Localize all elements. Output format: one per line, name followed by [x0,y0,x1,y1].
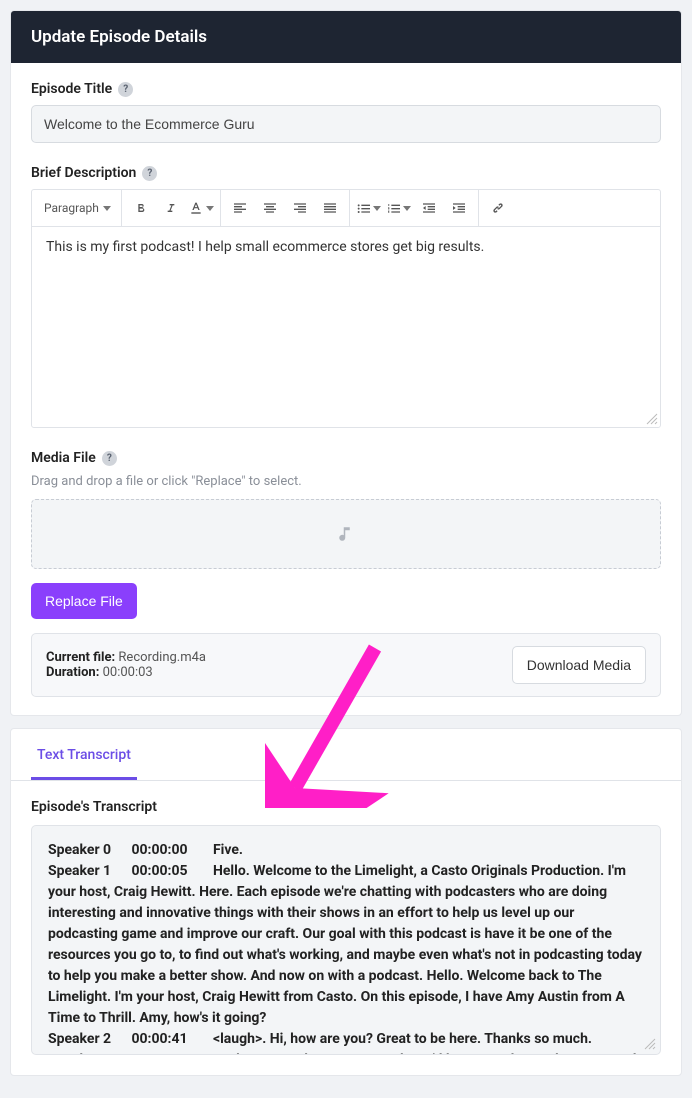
transcript-speaker: Speaker 1 [48,1050,128,1055]
brief-description-label: Brief Description ? [31,165,661,181]
download-media-button[interactable]: Download Media [512,646,646,684]
episode-title-section: Episode Title ? [31,81,661,143]
rte-toolbar: Paragraph [32,190,660,227]
transcript-entry: Speaker 0 00:00:00 Five. [48,840,644,861]
resize-handle-icon[interactable] [644,1038,656,1050]
transcript-entry: Speaker 1 00:00:43 Yeah, no, my pleasure… [48,1050,644,1055]
current-file-info: Current file: Recording.m4a Duration: 00… [31,633,661,697]
media-file-label: Media File ? [31,450,661,466]
transcript-speaker: Speaker 1 [48,861,128,882]
align-justify-button[interactable] [315,194,345,222]
episode-details-card: Update Episode Details Episode Title ? B… [10,10,682,716]
help-icon[interactable]: ? [118,82,133,97]
rte-content[interactable]: This is my first podcast! I help small e… [32,227,660,427]
transcript-text: <laugh>. Hi, how are you? Great to be he… [213,1031,592,1047]
link-button[interactable] [483,194,513,222]
transcript-text: Hello. Welcome to the Limelight, a Casto… [48,863,642,1026]
rich-text-editor: Paragraph [31,189,661,428]
replace-file-button[interactable]: Replace File [31,583,137,619]
transcript-text: Five. [213,842,243,858]
media-dropzone[interactable] [31,499,661,569]
help-icon[interactable]: ? [142,166,157,181]
transcript-speaker: Speaker 2 [48,1029,128,1050]
transcript-timestamp: 00:00:00 [131,840,209,861]
paragraph-style-select[interactable]: Paragraph [38,199,117,217]
episode-title-input[interactable] [31,105,661,143]
chevron-down-icon [403,206,411,211]
bullet-list-button[interactable] [354,194,384,222]
transcript-timestamp: 00:00:43 [131,1050,209,1055]
italic-button[interactable] [156,194,186,222]
transcript-tabs: Text Transcript [11,729,681,781]
card-header: Update Episode Details [11,11,681,63]
transcript-timestamp: 00:00:05 [131,861,209,882]
indent-button[interactable] [444,194,474,222]
chevron-down-icon [206,206,214,211]
text-color-button[interactable] [186,194,216,222]
chevron-down-icon [103,206,111,211]
transcript-entry: Speaker 2 00:00:41 <laugh>. Hi, how are … [48,1029,644,1050]
outdent-button[interactable] [414,194,444,222]
media-file-section: Media File ? Drag and drop a file or cli… [31,450,661,697]
align-left-button[interactable] [225,194,255,222]
transcript-timestamp: 00:00:41 [131,1029,209,1050]
media-file-helptext: Drag and drop a file or click "Replace" … [31,474,661,489]
align-right-button[interactable] [285,194,315,222]
bold-button[interactable] [126,194,156,222]
chevron-down-icon [373,206,381,211]
episode-title-label: Episode Title ? [31,81,661,97]
transcript-textarea[interactable]: Speaker 0 00:00:00 Five.Speaker 1 00:00:… [31,825,661,1055]
ordered-list-button[interactable] [384,194,414,222]
transcript-speaker: Speaker 0 [48,840,128,861]
current-file-label: Current file: [46,650,115,665]
transcript-entry: Speaker 1 00:00:05 Hello. Welcome to the… [48,861,644,1029]
card-body: Episode Title ? Brief Description ? Para… [11,63,681,715]
transcript-section-label: Episode's Transcript [11,781,681,825]
page-title: Update Episode Details [31,27,207,47]
help-icon[interactable]: ? [102,451,117,466]
current-file-name: Recording.m4a [118,650,206,665]
tab-text-transcript[interactable]: Text Transcript [31,729,137,780]
align-center-button[interactable] [255,194,285,222]
duration-label: Duration: [46,665,99,680]
music-note-icon [337,525,355,543]
duration-value: 00:00:03 [103,665,153,680]
resize-handle-icon[interactable] [646,413,658,425]
brief-description-section: Brief Description ? Paragraph [31,165,661,428]
